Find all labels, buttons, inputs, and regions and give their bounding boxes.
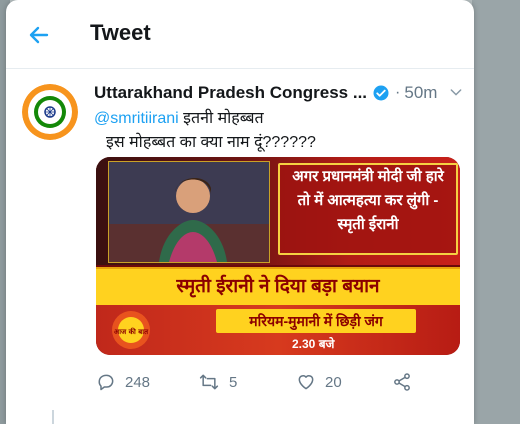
chevron-down-icon[interactable] <box>448 84 464 105</box>
quote-line-2: तो में आत्महत्या कर लुंगी - <box>297 192 439 209</box>
tweet-media-image[interactable]: अगर प्रधानमंत्री मोदी जी हारे तो में आत्… <box>96 157 460 355</box>
quote-line-3: स्मृती ईरानी <box>337 216 399 233</box>
like-count: 20 <box>325 373 342 391</box>
tweet-header: Tweet <box>6 0 474 69</box>
share-icon <box>394 373 410 391</box>
quote-box: अगर प्रधानमंत्री मोदी जी हारे तो में आत्… <box>278 163 458 255</box>
separator-dot: · <box>395 84 401 101</box>
arrow-left-icon <box>29 26 49 44</box>
channel-logo: आज की बात <box>110 309 152 351</box>
headline-band: स्मृती ईरानी ने दिया बड़ा बयान <box>96 267 460 307</box>
like-button[interactable]: 20 <box>296 372 342 392</box>
speaker-photo <box>108 161 270 263</box>
share-button[interactable] <box>392 372 412 392</box>
media-bottom-panel: आज की बात मरियम-मुमानी में छिड़ी जंग 2.3… <box>96 305 460 355</box>
reply-count: 248 <box>125 373 151 391</box>
back-button[interactable] <box>24 20 54 50</box>
retweet-icon <box>199 374 219 390</box>
heart-icon <box>298 375 314 390</box>
quote-line-1: अगर प्रधानमंत्री मोदी जी हारे <box>292 168 444 185</box>
tweet-text-line1: @smritiirani इतनी मोहब्बत <box>94 106 264 128</box>
reply-icon <box>98 374 114 391</box>
congress-sewa-dal-logo <box>22 84 78 140</box>
media-top-panel: अगर प्रधानमंत्री मोदी जी हारे तो में आत्… <box>96 157 460 265</box>
tweet-actions: 248 5 20 <box>96 372 426 396</box>
tweet-card: Tweet Uttarakhand Pradesh Congress ... ·… <box>6 0 474 424</box>
tweet-author-row: Uttarakhand Pradesh Congress ... · 50m <box>94 82 466 104</box>
mention-link[interactable]: @smritiirani <box>94 110 179 127</box>
reply-button[interactable]: 248 <box>96 372 150 392</box>
retweet-button[interactable]: 5 <box>198 372 237 392</box>
show-time: 2.30 बजे <box>292 337 335 351</box>
retweet-count: 5 <box>229 373 238 391</box>
verified-badge-icon <box>372 84 390 102</box>
page-title: Tweet <box>90 20 151 45</box>
background-right-edge <box>472 0 520 424</box>
avatar[interactable] <box>22 84 78 140</box>
author-name[interactable]: Uttarakhand Pradesh Congress ... <box>94 83 367 103</box>
tweet-text-line2: इस मोहब्बत का क्या नाम दूं?????? <box>106 134 316 151</box>
tweet-text-part1: इतनी मोहब्बत <box>178 110 264 127</box>
tweet-time[interactable]: 50m <box>404 83 437 103</box>
subheadline-band: मरियम-मुमानी में छिड़ी जंग <box>216 309 416 333</box>
thread-connector <box>52 410 54 424</box>
channel-logo-text: आज की बात <box>114 327 149 336</box>
